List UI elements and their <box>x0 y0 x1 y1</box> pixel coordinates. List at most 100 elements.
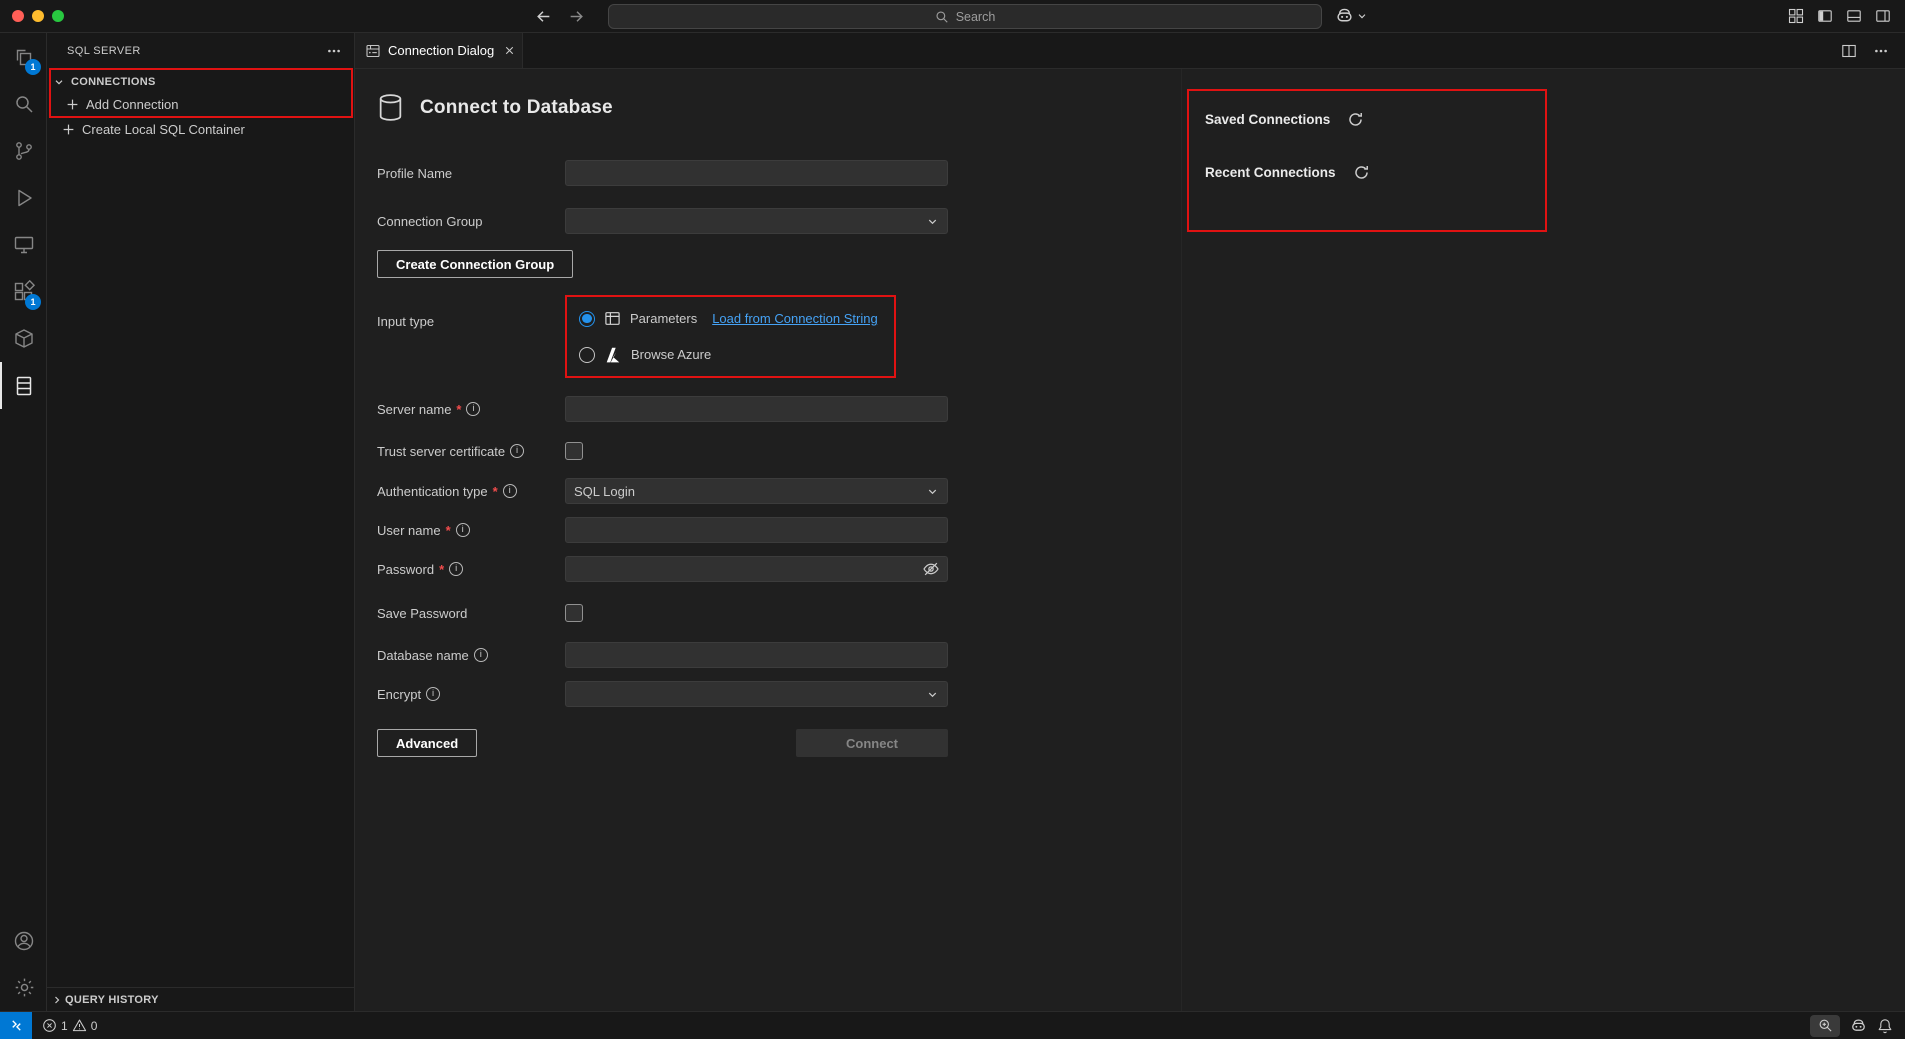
extensions-activity-button[interactable]: 1 <box>0 268 46 315</box>
sql-server-activity-button[interactable] <box>0 362 46 409</box>
zoom-in-icon <box>1818 1018 1833 1033</box>
create-local-sql-container-item[interactable]: Create Local SQL Container <box>47 118 354 140</box>
database-name-input[interactable] <box>565 642 948 668</box>
source-control-activity-button[interactable] <box>0 127 46 174</box>
sidebar-header: SQL SERVER <box>47 33 354 68</box>
create-connection-group-button[interactable]: Create Connection Group <box>377 250 573 278</box>
chevron-down-icon <box>51 76 67 88</box>
parameters-radio[interactable] <box>579 311 595 327</box>
trust-server-certificate-label: Trust server certificate <box>377 444 505 459</box>
copilot-menu-button[interactable] <box>1335 6 1368 25</box>
recent-connections-title: Recent Connections <box>1205 165 1336 180</box>
authentication-type-dropdown[interactable]: SQL Login <box>565 478 948 504</box>
encrypt-row: Encrypt i <box>377 681 1181 707</box>
editor-tab-bar: Connection Dialog <box>355 33 1905 69</box>
profile-name-input[interactable] <box>565 160 948 186</box>
user-name-row: User name * i <box>377 517 1181 543</box>
input-type-label: Input type <box>377 314 434 329</box>
more-actions-icon[interactable] <box>1873 43 1889 59</box>
refresh-icon[interactable] <box>1353 164 1370 181</box>
info-icon[interactable]: i <box>510 444 524 458</box>
containers-activity-button[interactable] <box>0 315 46 362</box>
required-marker: * <box>446 523 451 538</box>
maximize-window-button[interactable] <box>52 10 64 22</box>
explorer-activity-button[interactable]: 1 <box>0 33 46 80</box>
encrypt-dropdown[interactable] <box>565 681 948 707</box>
warning-count: 0 <box>91 1019 98 1033</box>
browse-azure-radio[interactable] <box>579 347 595 363</box>
close-icon[interactable] <box>501 42 518 59</box>
create-connection-group-row: Create Connection Group <box>377 250 1181 278</box>
password-label: Password <box>377 562 434 577</box>
eye-off-icon[interactable] <box>922 560 940 578</box>
bell-icon[interactable] <box>1877 1018 1893 1034</box>
input-type-radio-group: Parameters Load from Connection String B… <box>565 295 896 378</box>
trust-server-certificate-row: Trust server certificate i <box>377 438 1181 464</box>
more-actions-icon[interactable] <box>326 43 342 59</box>
package-icon <box>12 327 36 351</box>
annotation-box-connections: CONNECTIONS Add Connection <box>49 68 353 118</box>
connections-section-header[interactable]: CONNECTIONS <box>51 71 351 93</box>
info-icon[interactable]: i <box>503 484 517 498</box>
trust-server-certificate-checkbox[interactable] <box>565 442 583 460</box>
save-password-checkbox[interactable] <box>565 604 583 622</box>
database-name-row: Database name i <box>377 642 1181 668</box>
connections-section-label: CONNECTIONS <box>71 76 156 88</box>
toggle-secondary-sidebar-icon[interactable] <box>1875 8 1891 24</box>
advanced-button[interactable]: Advanced <box>377 729 477 757</box>
save-password-label: Save Password <box>377 606 467 621</box>
remote-icon <box>9 1018 24 1033</box>
add-connection-item[interactable]: Add Connection <box>51 93 351 115</box>
split-editor-icon[interactable] <box>1841 43 1857 59</box>
profile-name-row: Profile Name <box>377 160 1181 186</box>
chevron-right-icon <box>51 994 63 1006</box>
password-row: Password * i <box>377 556 1181 582</box>
close-window-button[interactable] <box>12 10 24 22</box>
sidebar: SQL SERVER CONNECTIONS Add Connection Cr… <box>47 33 355 1011</box>
search-activity-button[interactable] <box>0 80 46 127</box>
copilot-icon[interactable] <box>1850 1017 1867 1034</box>
profile-name-label: Profile Name <box>377 166 452 181</box>
settings-activity-button[interactable] <box>0 964 46 1011</box>
load-from-connection-string-link[interactable]: Load from Connection String <box>712 311 877 326</box>
toggle-primary-sidebar-icon[interactable] <box>1817 8 1833 24</box>
workbench: 1 1 <box>0 33 1905 1011</box>
input-type-row: Input type Parameters Load from Connecti… <box>377 295 1181 378</box>
remote-explorer-activity-button[interactable] <box>0 221 46 268</box>
accounts-activity-button[interactable] <box>0 917 46 964</box>
info-icon[interactable]: i <box>466 402 480 416</box>
saved-connections-title: Saved Connections <box>1205 112 1330 127</box>
parameters-form-icon <box>604 310 621 327</box>
remote-indicator[interactable] <box>0 1012 32 1039</box>
run-debug-activity-button[interactable] <box>0 174 46 221</box>
info-icon[interactable]: i <box>426 687 440 701</box>
minimize-window-button[interactable] <box>32 10 44 22</box>
connect-button[interactable]: Connect <box>796 729 948 757</box>
parameters-option-label: Parameters <box>630 311 697 326</box>
user-name-label: User name <box>377 523 441 538</box>
refresh-icon[interactable] <box>1347 111 1364 128</box>
forward-icon[interactable] <box>568 8 585 25</box>
info-icon[interactable]: i <box>474 648 488 662</box>
window-controls <box>0 10 64 22</box>
problems-indicator[interactable]: 1 0 <box>32 1018 107 1033</box>
search-box[interactable]: Search <box>608 4 1322 29</box>
server-name-input[interactable] <box>565 396 948 422</box>
back-icon[interactable] <box>535 8 552 25</box>
zoom-button[interactable] <box>1810 1015 1840 1037</box>
editor-region: Connection Dialog Connect to Database <box>355 33 1905 1011</box>
tab-connection-dialog[interactable]: Connection Dialog <box>355 33 523 68</box>
layout-controls <box>1788 8 1891 24</box>
info-icon[interactable]: i <box>449 562 463 576</box>
user-name-input[interactable] <box>565 517 948 543</box>
status-bar: 1 0 <box>0 1011 1905 1039</box>
info-icon[interactable]: i <box>456 523 470 537</box>
connection-group-dropdown[interactable] <box>565 208 948 234</box>
customize-layout-icon[interactable] <box>1788 8 1804 24</box>
toggle-panel-icon[interactable] <box>1846 8 1862 24</box>
remote-explorer-icon <box>12 233 36 257</box>
query-history-section-header[interactable]: QUERY HISTORY <box>47 987 354 1011</box>
required-marker: * <box>493 484 498 499</box>
password-input[interactable] <box>565 556 948 582</box>
page-title: Connect to Database <box>420 97 613 119</box>
